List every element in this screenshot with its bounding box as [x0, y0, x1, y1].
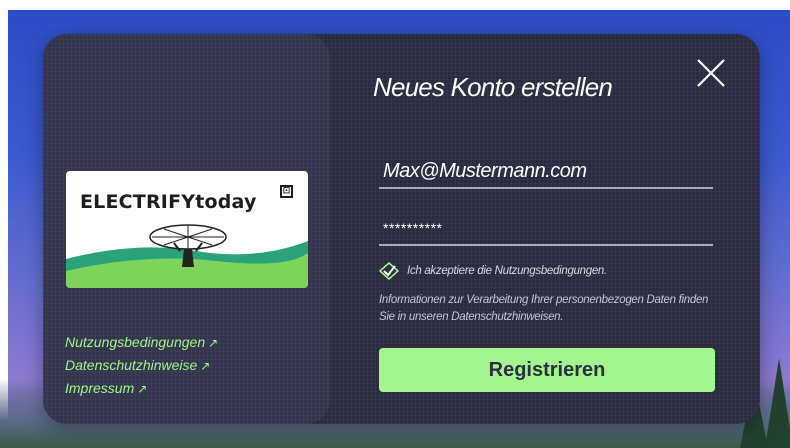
terms-link-label: Nutzungsbedingungen: [65, 334, 206, 350]
brand-logo: ELECTRIFYtoday ⊡: [66, 171, 308, 288]
logo-wordmark: ELECTRIFYtoday: [80, 191, 257, 213]
external-link-icon: ↗: [208, 336, 219, 350]
register-dialog: ELECTRIFYtoday ⊡ Nutzungsbedingungen ↗ Da…: [43, 34, 760, 424]
imprint-link-label: Impressum: [65, 380, 135, 396]
logo-badge-icon: ⊡: [280, 185, 293, 198]
background-tree: [765, 358, 790, 448]
dialog-title: Neues Konto erstellen: [373, 72, 613, 102]
terms-label: Ich akzeptiere die Nutzungsbedingungen.: [407, 265, 607, 277]
register-button[interactable]: Registrieren: [379, 348, 715, 392]
external-link-icon: ↗: [137, 382, 148, 396]
logo-illustration: [66, 224, 308, 288]
password-field[interactable]: [379, 212, 713, 246]
legal-links: Nutzungsbedingungen ↗ Datenschutzhinweise…: [65, 334, 218, 403]
brand-panel: ELECTRIFYtoday ⊡ Nutzungsbedingungen ↗ Da…: [43, 34, 330, 424]
privacy-link[interactable]: Datenschutzhinweise ↗: [65, 357, 218, 373]
close-icon: [697, 59, 725, 87]
close-button[interactable]: [694, 56, 728, 90]
checkmark-icon: [379, 262, 399, 280]
imprint-link[interactable]: Impressum ↗: [65, 380, 218, 396]
terms-link[interactable]: Nutzungsbedingungen ↗: [65, 334, 218, 350]
email-field[interactable]: [379, 155, 713, 189]
external-link-icon: ↗: [200, 359, 211, 373]
terms-checkbox[interactable]: Ich akzeptiere die Nutzungsbedingungen.: [379, 262, 607, 280]
top-edge: [0, 0, 790, 10]
privacy-link-label: Datenschutzhinweise: [65, 357, 198, 373]
privacy-note: Informationen zur Verarbeitung Ihrer per…: [379, 294, 709, 323]
